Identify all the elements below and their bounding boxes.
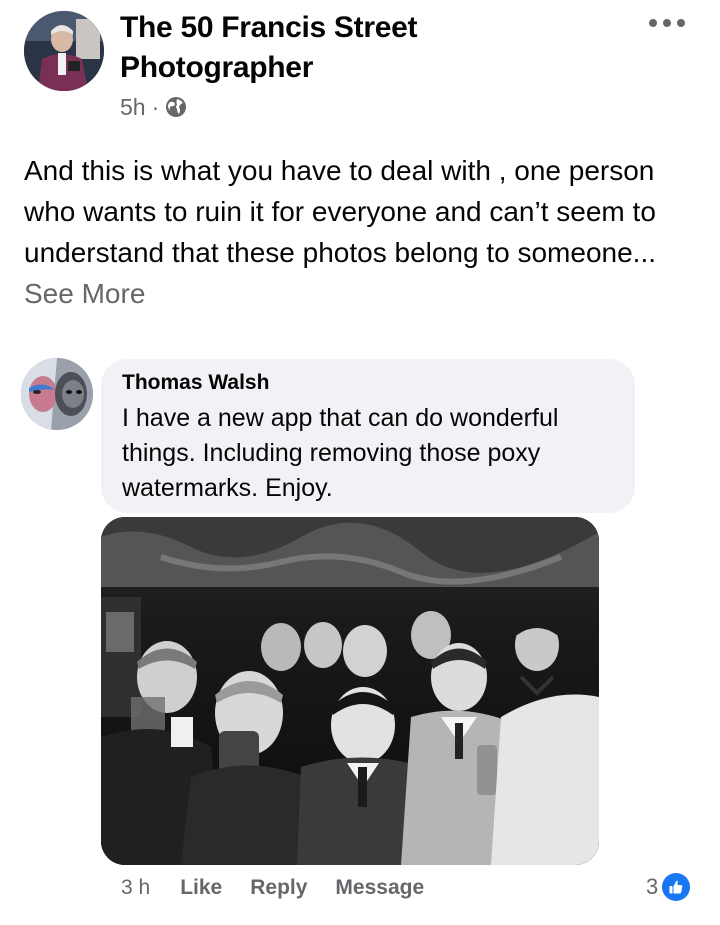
post-meta: 5h · <box>120 90 187 124</box>
reaction-count: 3 <box>646 874 659 899</box>
post-timestamp[interactable]: 5h <box>120 94 146 121</box>
post-author-name[interactable]: The 50 Francis Street Photographer <box>120 8 560 88</box>
like-button[interactable]: Like <box>180 876 222 900</box>
comment-actions: 3 h Like Reply Message <box>121 872 452 904</box>
comment-bubble: Thomas Walsh I have a new app that can d… <box>101 359 635 513</box>
post-text: And this is what you have to deal with ,… <box>24 150 704 314</box>
meta-separator: · <box>151 93 160 120</box>
reaction-summary[interactable]: 3 <box>646 871 691 903</box>
comment-text: I have a new app that can do wonderful t… <box>122 404 559 502</box>
thumbs-up-icon <box>662 873 691 901</box>
more-options-icon[interactable] <box>644 10 690 36</box>
message-button[interactable]: Message <box>335 876 424 900</box>
commenter-name[interactable]: Thomas Walsh <box>122 371 269 395</box>
reply-button[interactable]: Reply <box>250 876 307 900</box>
post-body: And this is what you have to deal with ,… <box>24 155 657 268</box>
see-more-link[interactable]: See More <box>24 278 145 309</box>
commenter-avatar[interactable] <box>21 358 93 430</box>
comment-timestamp[interactable]: 3 h <box>121 876 150 900</box>
comment-photo[interactable] <box>101 517 599 865</box>
globe-icon[interactable] <box>165 96 187 118</box>
post-author-avatar[interactable] <box>24 11 104 91</box>
